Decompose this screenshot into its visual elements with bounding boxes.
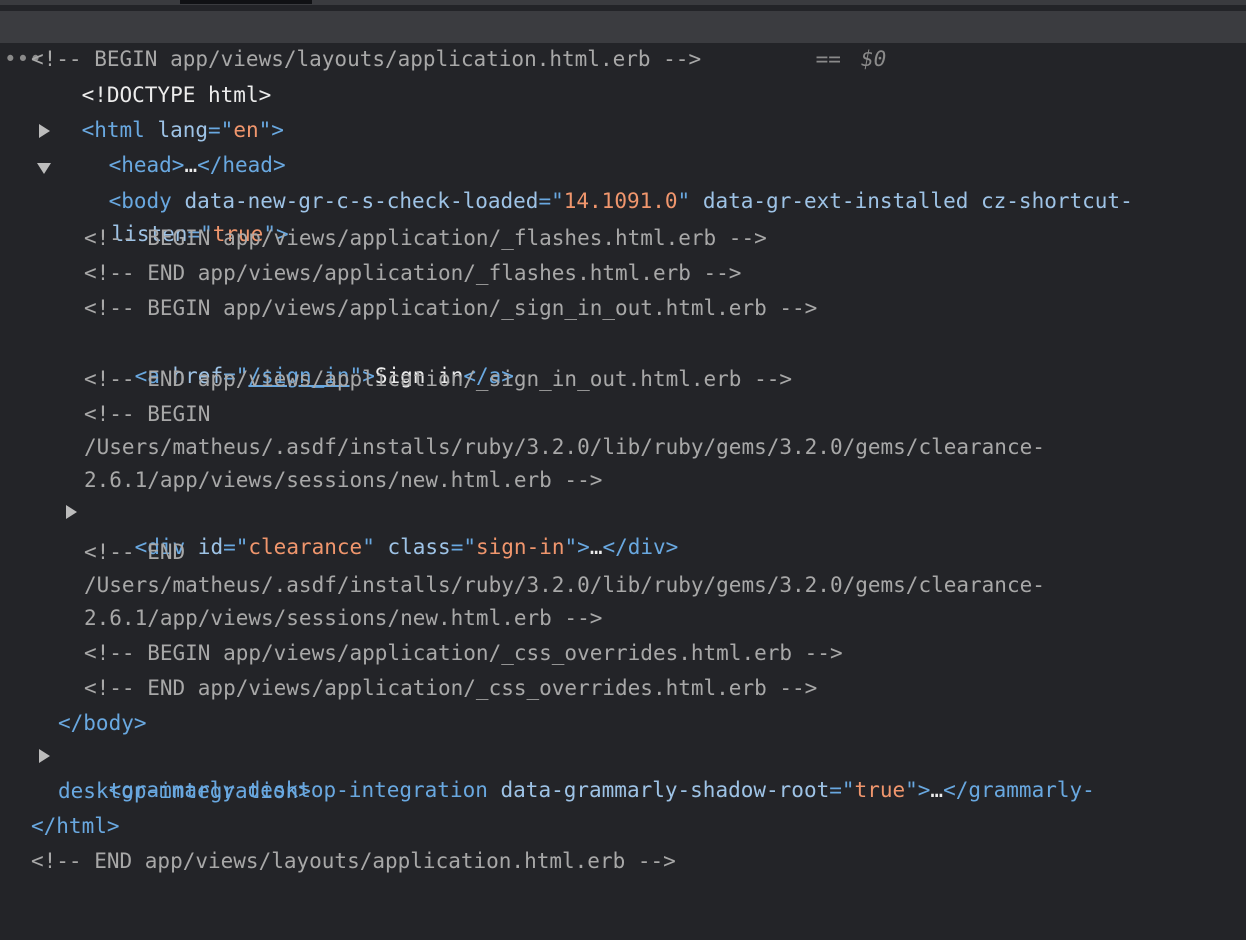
attr-quote: "	[677, 189, 691, 213]
triangle-right-icon[interactable]	[39, 749, 50, 763]
dom-node-html[interactable]: <html lang="en">	[31, 82, 284, 142]
comment-continuation[interactable]: 2.6.1/app/views/sessions/new.html.erb --…	[84, 602, 602, 634]
attr-value: sign-in	[476, 535, 565, 559]
dom-node-doctype[interactable]: <!DOCTYPE html>	[31, 47, 272, 107]
dom-node-flashes-begin-comment[interactable]: <!-- BEGIN app/views/application/_flashe…	[84, 222, 767, 254]
attr-eq: ="	[450, 535, 476, 559]
attr-name: data-grammarly-shadow-root	[500, 778, 830, 802]
triangle-right-icon[interactable]	[66, 505, 77, 519]
attr-eq: ="	[829, 778, 855, 802]
dom-node-sign-in-link[interactable]: <a href="/sign_in">Sign in</a>	[84, 328, 514, 388]
tag-end: </grammarly-	[943, 778, 1095, 802]
dom-node-css-end-comment[interactable]: <!-- END app/views/application/_css_over…	[84, 672, 817, 704]
attr-eq: ="	[538, 189, 564, 213]
dom-node-signinout-end-comment[interactable]: <!-- END app/views/application/_sign_in_…	[84, 363, 792, 395]
attr-value: 14.1091.0	[563, 189, 678, 213]
tag-close: ">	[564, 535, 590, 559]
dom-node-layout-end-comment[interactable]: <!-- END app/views/layouts/application.h…	[31, 845, 676, 877]
attr-name: id	[197, 535, 224, 559]
dom-node-div-clearance[interactable]: <div id="clearance" class="sign-in">…</d…	[84, 499, 679, 559]
triangle-right-icon[interactable]	[39, 124, 50, 138]
elements-panel: ••• <!-- BEGIN app/views/layouts/applicat…	[0, 0, 1246, 940]
attr-name: class	[374, 535, 451, 559]
collapsed-ellipsis[interactable]: …	[930, 778, 943, 802]
attr-value: clearance	[248, 535, 363, 559]
comment-continuation[interactable]: /Users/matheus/.asdf/installs/ruby/3.2.0…	[84, 569, 1045, 601]
selected-node-ref: $0	[861, 47, 887, 71]
dom-node-signinout-begin-comment[interactable]: <!-- BEGIN app/views/application/_sign_i…	[84, 292, 817, 324]
attr-value: true	[854, 778, 906, 802]
triangle-down-icon[interactable]	[37, 163, 51, 174]
active-tab-indicator	[180, 0, 312, 4]
dom-node-grammarly-continued[interactable]: desktop-integration>	[58, 775, 311, 807]
dom-node-body-continued[interactable]: listen="true">	[61, 186, 289, 246]
panel-top-bar	[0, 0, 1246, 5]
tag-end: </div>	[602, 535, 679, 559]
dom-node-grammarly[interactable]: <grammarly-desktop-integration data-gram…	[58, 742, 1095, 802]
comment-continuation[interactable]: /Users/matheus/.asdf/installs/ruby/3.2.0…	[84, 431, 1045, 463]
tag-close: ">	[905, 778, 931, 802]
equals-label: ==	[803, 47, 854, 71]
collapsed-ellipsis[interactable]: …	[590, 535, 603, 559]
dom-node-body-close[interactable]: </body>	[58, 707, 147, 739]
attr-quote: "	[362, 535, 375, 559]
dom-node-css-begin-comment[interactable]: <!-- BEGIN app/views/application/_css_ov…	[84, 637, 843, 669]
dom-node-layout-begin-comment[interactable]: ••• <!-- BEGIN app/views/layouts/applicat…	[0, 11, 1246, 71]
dom-node-flashes-end-comment[interactable]: <!-- END app/views/application/_flashes.…	[84, 257, 741, 289]
dom-node-body[interactable]: <body data-new-gr-c-s-check-loaded="14.1…	[58, 153, 1133, 213]
dom-node-html-close[interactable]: </html>	[31, 810, 120, 842]
dom-node-sessions-begin-comment[interactable]: <!-- BEGIN	[84, 398, 210, 430]
dom-node-head[interactable]: <head>…</head>	[58, 117, 286, 177]
attr-name: data-gr-ext-installed cz-shortcut-	[690, 189, 1133, 213]
comment-continuation[interactable]: 2.6.1/app/views/sessions/new.html.erb --…	[84, 464, 602, 496]
dom-node-sessions-end-comment[interactable]: <!-- END	[84, 536, 185, 568]
attr-eq: ="	[223, 535, 249, 559]
